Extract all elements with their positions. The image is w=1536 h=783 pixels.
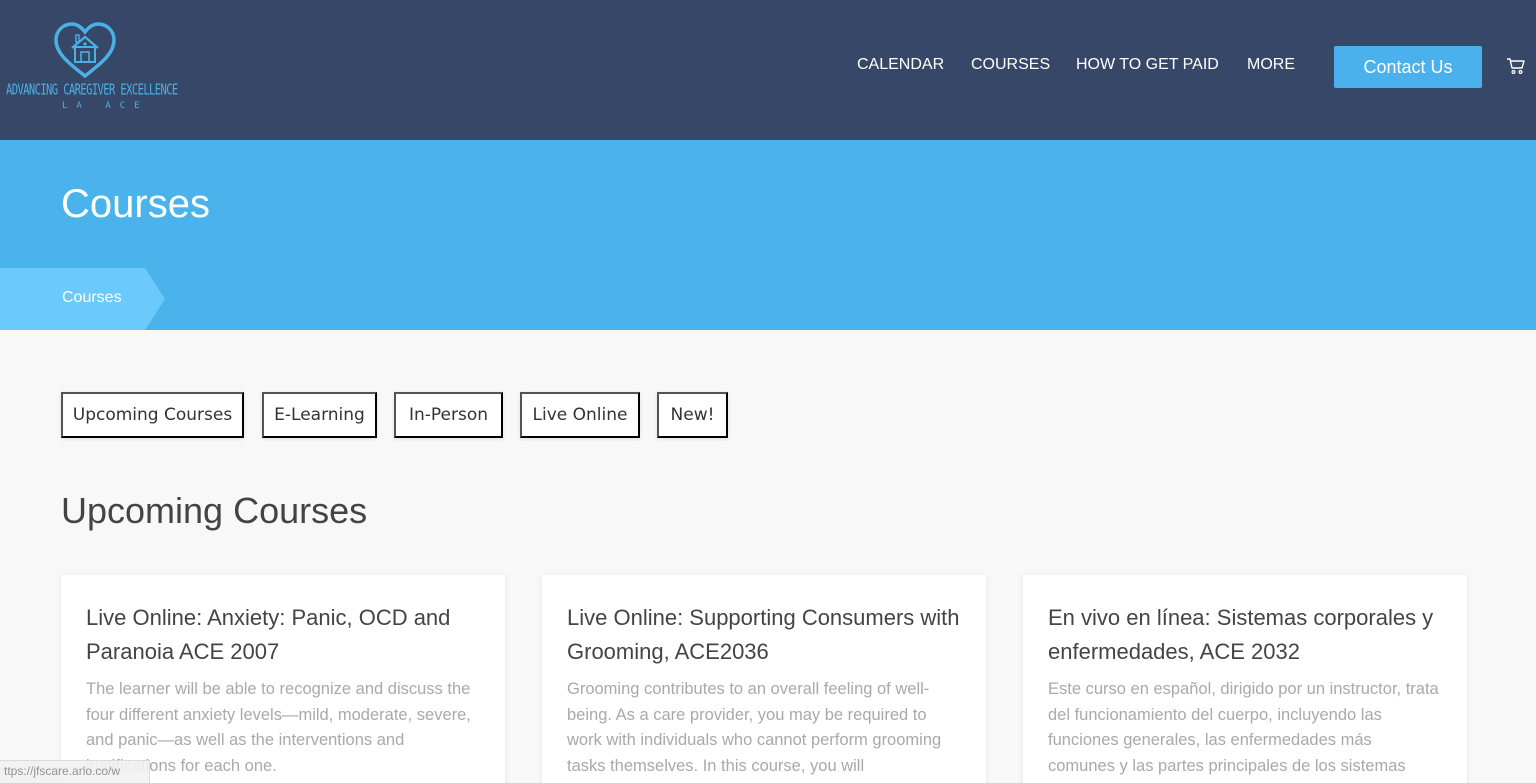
contact-us-button[interactable]: Contact Us [1334, 46, 1482, 88]
breadcrumb-item-courses[interactable]: Courses [62, 289, 122, 307]
page-hero: Courses Courses [0, 140, 1536, 330]
section-title: Upcoming Courses [61, 490, 368, 531]
breadcrumb: Courses [0, 268, 165, 330]
cart-icon[interactable] [1506, 56, 1526, 76]
nav-calendar[interactable]: CALENDAR [857, 56, 944, 78]
page-title: Courses [61, 182, 210, 226]
course-title[interactable]: Live Online: Supporting Consumers with G… [567, 601, 962, 669]
course-title[interactable]: Live Online: Anxiety: Panic, OCD and Par… [86, 601, 481, 669]
filter-upcoming-courses[interactable]: Upcoming Courses [61, 392, 244, 438]
filter-in-person[interactable]: In-Person [394, 392, 503, 438]
heart-house-icon [54, 22, 116, 79]
course-description: Este curso en español, dirigido por un i… [1048, 680, 1439, 775]
logo-title: ADVANCING CAREGIVER EXCELLENCE [6, 82, 178, 99]
site-logo[interactable]: ADVANCING CAREGIVER EXCELLENCE LA ACE [0, 18, 178, 118]
nav-courses[interactable]: COURSES [971, 56, 1050, 78]
course-description: Grooming contributes to an overall feeli… [567, 680, 942, 775]
filter-live-online[interactable]: Live Online [520, 392, 640, 438]
filter-e-learning[interactable]: E-Learning [262, 392, 377, 438]
course-card[interactable]: En vivo en línea: Sistemas corporales y … [1023, 575, 1467, 783]
nav-how-to-get-paid[interactable]: HOW TO GET PAID [1076, 56, 1219, 78]
course-title[interactable]: En vivo en línea: Sistemas corporales y … [1048, 601, 1443, 669]
filter-new[interactable]: New! [657, 392, 728, 438]
site-header: ADVANCING CAREGIVER EXCELLENCE LA ACE CA… [0, 0, 1536, 140]
course-card[interactable]: Live Online: Supporting Consumers with G… [542, 575, 986, 783]
nav-more[interactable]: MORE [1247, 56, 1295, 78]
course-card[interactable]: Live Online: Anxiety: Panic, OCD and Par… [61, 575, 505, 783]
logo-subtitle: LA ACE [62, 101, 149, 111]
status-bar-url: ttps://jfscare.arlo.co/w [0, 760, 150, 783]
